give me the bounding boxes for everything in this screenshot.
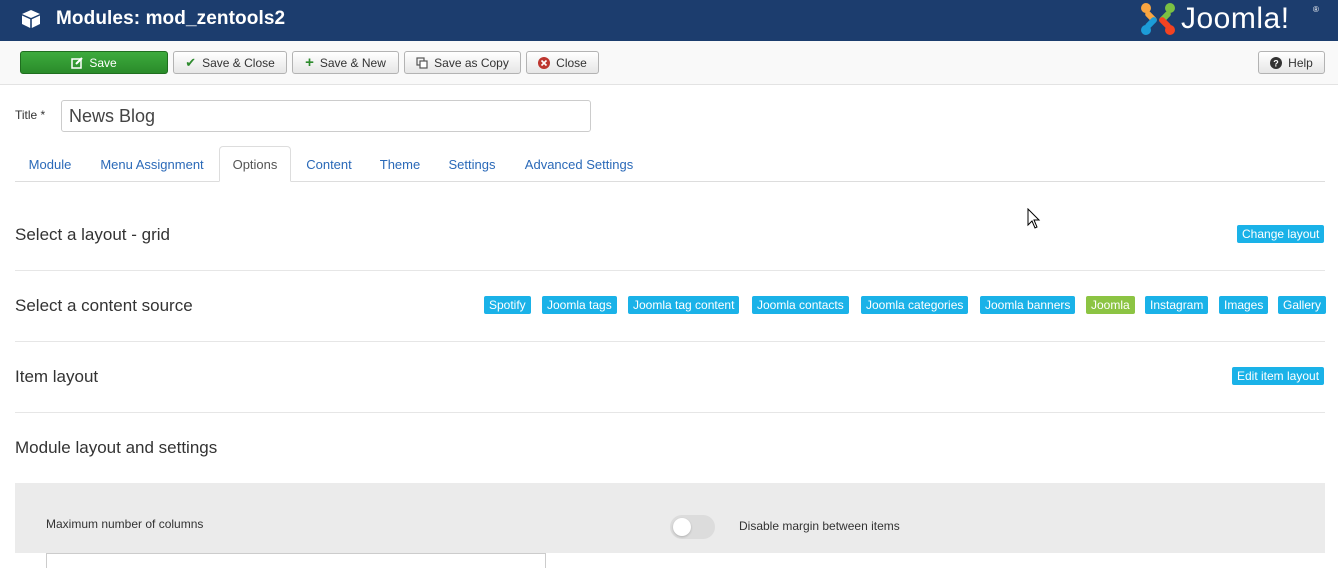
tab-menu-assignment[interactable]: Menu Assignment: [85, 146, 219, 182]
source-spotify[interactable]: Spotify: [484, 296, 531, 314]
registered-mark: ®: [1313, 5, 1319, 14]
close-button[interactable]: Close: [526, 51, 599, 74]
source-instagram[interactable]: Instagram: [1145, 296, 1209, 314]
source-joomla-banners[interactable]: Joomla banners: [980, 296, 1076, 314]
divider: [15, 412, 1325, 413]
save-button[interactable]: Save: [20, 51, 168, 74]
help-button[interactable]: ? Help: [1258, 51, 1325, 74]
mouse-cursor-icon: [1027, 208, 1041, 229]
max-columns-label: Maximum number of columns: [46, 517, 204, 531]
copy-icon: [416, 56, 428, 69]
tab-content[interactable]: Content: [291, 146, 367, 182]
source-images[interactable]: Images: [1219, 296, 1269, 314]
save-close-label: Save & Close: [202, 55, 275, 70]
source-joomla[interactable]: Joomla: [1086, 296, 1135, 314]
disable-margin-toggle[interactable]: [670, 515, 715, 539]
divider: [15, 270, 1325, 271]
source-joomla-contacts[interactable]: Joomla contacts: [752, 296, 849, 314]
plus-icon: +: [305, 54, 314, 71]
change-layout-button[interactable]: Change layout: [1237, 225, 1325, 243]
title-label: Title *: [15, 108, 46, 122]
source-joomla-tags[interactable]: Joomla tags: [542, 296, 617, 314]
close-circle-icon: [538, 56, 551, 69]
edit-icon: [71, 56, 84, 69]
module-layout-title: Module layout and settings: [15, 438, 218, 457]
tab-advanced-settings[interactable]: Advanced Settings: [511, 146, 647, 182]
disable-margin-label: Disable margin between items: [739, 519, 900, 533]
page-title: Modules: mod_zentools2: [56, 8, 286, 29]
source-joomla-tag-content[interactable]: Joomla tag content: [628, 296, 740, 314]
source-gallery[interactable]: Gallery: [1278, 296, 1327, 314]
layout-section-title: Select a layout - grid: [15, 225, 170, 244]
save-label: Save: [89, 55, 117, 70]
max-columns-input[interactable]: [46, 553, 546, 568]
save-copy-label: Save as Copy: [434, 55, 509, 70]
svg-text:?: ?: [1273, 58, 1279, 68]
content-source-title: Select a content source: [15, 296, 193, 315]
divider: [15, 341, 1325, 342]
item-layout-title: Item layout: [15, 367, 99, 386]
tab-settings[interactable]: Settings: [433, 146, 511, 182]
save-close-button[interactable]: ✔ Save & Close: [173, 51, 287, 74]
tab-options[interactable]: Options: [219, 146, 291, 182]
save-new-label: Save & New: [319, 55, 386, 70]
check-icon: ✔: [185, 54, 197, 70]
source-joomla-categories[interactable]: Joomla categories: [861, 296, 969, 314]
save-new-button[interactable]: + Save & New: [292, 51, 399, 74]
title-input[interactable]: [61, 100, 591, 132]
app-header: Modules: mod_zentools2 Joomla! ®: [0, 0, 1338, 41]
edit-item-layout-button[interactable]: Edit item layout: [1232, 367, 1325, 385]
toolbar: Save ✔ Save & Close + Save & New Save as…: [0, 41, 1338, 85]
tab-theme[interactable]: Theme: [367, 146, 433, 182]
cube-icon: [22, 10, 40, 28]
tab-bar: Module Menu Assignment Options Content T…: [15, 146, 1325, 182]
tab-module[interactable]: Module: [15, 146, 85, 182]
joomla-logo-text: Joomla!: [1181, 2, 1290, 35]
save-as-copy-button[interactable]: Save as Copy: [404, 51, 521, 74]
joomla-logo-icon: [1141, 3, 1175, 35]
close-label: Close: [556, 55, 587, 70]
help-label: Help: [1288, 55, 1313, 70]
toggle-knob: [673, 518, 691, 536]
settings-panel: [15, 483, 1325, 553]
question-icon: ?: [1270, 56, 1283, 69]
